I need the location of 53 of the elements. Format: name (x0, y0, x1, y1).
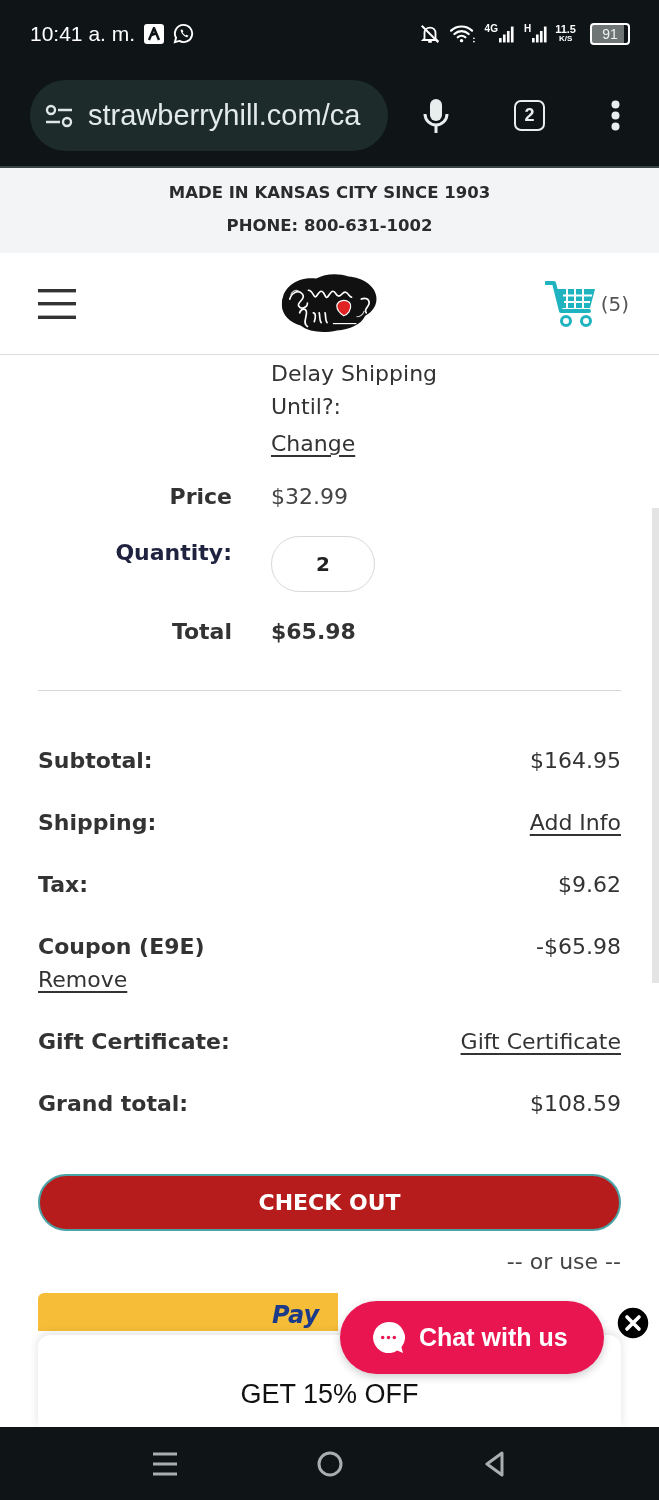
summary-value: $164.95 (530, 747, 621, 775)
summary-label: Coupon (E9E) (38, 933, 205, 961)
address-bar[interactable]: strawberryhill.com/ca (30, 80, 388, 151)
total-value: $65.98 (271, 618, 356, 646)
remove-link[interactable]: Remove (38, 963, 128, 996)
promo-title: GET 15% OFF (240, 1379, 419, 1411)
summary-label: Tax: (38, 871, 88, 899)
more-options-icon[interactable] (611, 100, 620, 131)
app-notification-icon (144, 23, 165, 44)
announcement-text: MADE IN KANSAS CITY SINCE 1903 (168, 182, 491, 204)
field-label: Price (168, 483, 232, 511)
menu-icon[interactable] (38, 288, 76, 319)
recent-apps-icon[interactable] (151, 1450, 178, 1477)
summary-link[interactable]: Add Info (529, 806, 621, 839)
field-label: Quantity: (114, 539, 232, 567)
bell-off-icon (418, 22, 441, 45)
signal-icon (532, 26, 548, 43)
cart-count[interactable]: (5) (600, 291, 629, 316)
logo[interactable] (280, 273, 378, 335)
cart-icon[interactable] (544, 279, 597, 328)
battery-text: 91 (602, 26, 618, 41)
status-time: 10:41 a. m. (30, 21, 136, 46)
data-rate-text: 11.5 (555, 24, 576, 34)
summary-label: Gift Certificate: (38, 1028, 230, 1056)
chat-bubble-icon (372, 1321, 405, 1354)
summary-label: Grand total: (38, 1090, 189, 1118)
signal-icon (498, 26, 514, 43)
microphone-icon[interactable] (423, 97, 449, 134)
chat-button[interactable]: Chat with us (340, 1301, 604, 1374)
wifi-icon (449, 24, 475, 43)
change-link[interactable]: Change (271, 427, 356, 460)
or-use-text: -- or use -- (506, 1248, 621, 1276)
announcement-text: PHONE: 800-631-1002 (226, 215, 433, 237)
price-value: $32.99 (271, 483, 348, 511)
summary-label: Subtotal: (38, 747, 153, 775)
field-label: Total (170, 618, 232, 646)
close-icon[interactable] (616, 1306, 650, 1340)
payment-button[interactable]: Pay (38, 1293, 338, 1331)
scrollbar[interactable] (652, 508, 659, 983)
phone-bubble-icon (173, 23, 195, 44)
network-type-label: 4G (484, 24, 498, 34)
summary-value: $9.62 (558, 871, 621, 899)
summary-value: -$65.98 (536, 933, 621, 961)
network-type-label: H (523, 24, 532, 34)
summary-link[interactable]: Gift Certificate (460, 1025, 621, 1058)
checkout-button[interactable]: CHECK OUT (38, 1174, 621, 1231)
tab-switcher-button[interactable]: 2 (514, 100, 545, 131)
site-settings-icon[interactable] (45, 103, 73, 128)
home-icon[interactable] (316, 1450, 343, 1477)
summary-label: Shipping: (38, 809, 157, 837)
data-rate-unit: K/S (558, 33, 573, 43)
option-label: Delay Shipping Until?: (271, 360, 439, 421)
summary-value: $108.59 (530, 1090, 621, 1118)
